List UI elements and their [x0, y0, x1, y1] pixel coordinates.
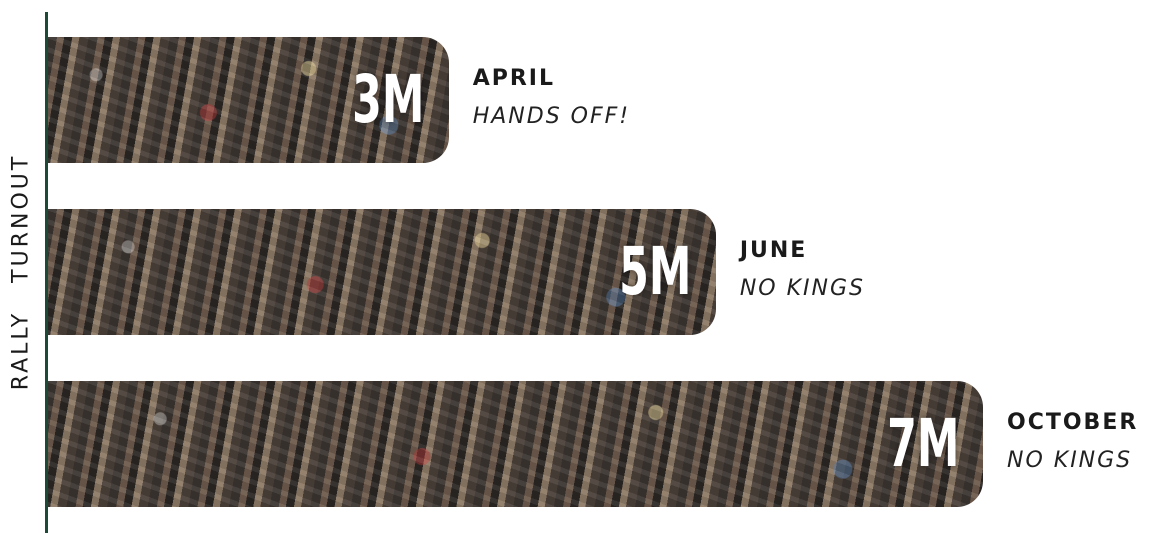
category-label: JUNE [739, 238, 808, 263]
bar-june: 5M [48, 209, 716, 335]
bar-value-label: 3M [352, 61, 425, 138]
event-label: HANDS OFF! [472, 104, 631, 129]
y-axis-label: RALLY TURNOUT [8, 153, 34, 391]
bar-caption: JUNE NO KINGS [740, 240, 865, 300]
category-label: APRIL [472, 66, 555, 91]
event-label: NO KINGS [739, 276, 865, 301]
bar-value-label: 7M [886, 405, 959, 482]
bar-caption: APRIL HANDS OFF! [473, 68, 630, 128]
bar-value-label: 5M [619, 233, 692, 310]
bar-april: 3M [48, 37, 449, 163]
category-label: OCTOBER [1007, 410, 1139, 435]
bar-caption: OCTOBER NO KINGS [1007, 412, 1138, 472]
event-label: NO KINGS [1007, 448, 1133, 473]
bar-october: 7M [48, 381, 983, 507]
